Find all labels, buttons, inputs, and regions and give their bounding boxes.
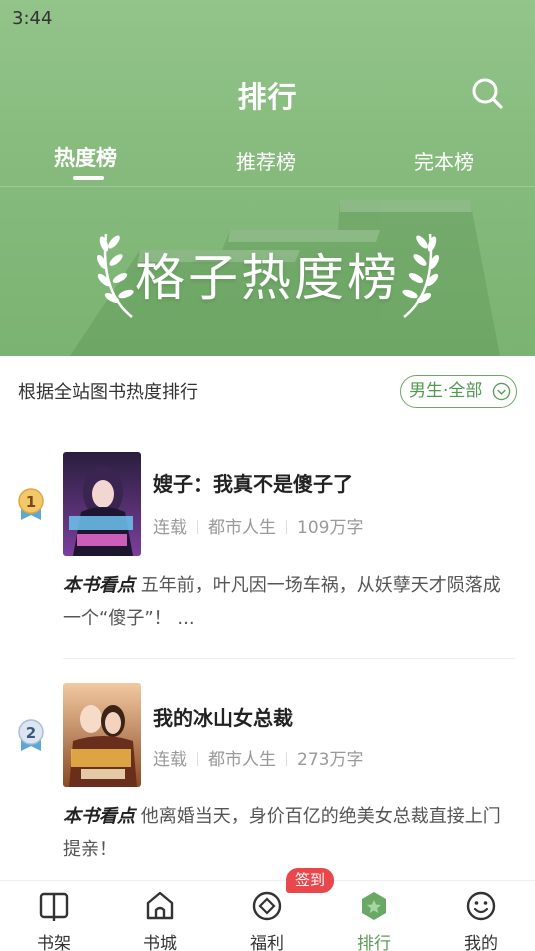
item-divider: [63, 658, 515, 659]
nav-label: 我的: [464, 934, 498, 951]
rank-number: 2: [26, 724, 36, 742]
ranking-list: 根据全站图书热度排行 男生·全部 1 嫂子：我真不是傻子了 连载 都市人生 10…: [0, 356, 535, 880]
nav-label: 排行: [357, 934, 391, 951]
tabs-divider: [0, 186, 535, 187]
blurb-tag: 本书看点: [63, 806, 135, 827]
book-title[interactable]: 我的冰山女总裁: [153, 702, 293, 731]
nav-label: 福利: [250, 934, 284, 951]
active-tab-indicator: [73, 176, 104, 180]
tab-completed[interactable]: 完本榜: [414, 146, 474, 175]
profile-smile-icon: [466, 891, 496, 921]
page-title: 排行: [237, 80, 298, 114]
bookshelf-icon: [39, 892, 69, 921]
nav-profile[interactable]: 我的: [441, 881, 521, 951]
tab-hot[interactable]: 热度榜: [54, 142, 117, 172]
rank-medal-icon: 1: [18, 488, 44, 520]
welfare-icon: [252, 891, 282, 921]
book-blurb: 本书看点 五年前，叶凡因一场车祸，从妖孽天才陨落成一个“傻子”！ ...: [63, 569, 515, 635]
store-home-icon: [146, 891, 174, 920]
book-category: 都市人生: [208, 518, 276, 538]
ranking-header: 3:44 排行 热度榜 推荐榜 完本榜 格子热度榜: [0, 0, 535, 356]
book-meta: 连载 都市人生 109万字: [153, 513, 363, 538]
book-status: 连载: [153, 750, 187, 770]
tab-recommend[interactable]: 推荐榜: [236, 146, 296, 175]
nav-bookshelf[interactable]: 书架: [14, 881, 94, 951]
list-description: 根据全站图书热度排行: [18, 382, 198, 403]
search-icon[interactable]: [468, 74, 506, 112]
status-time: 3:44: [12, 8, 53, 29]
nav-store[interactable]: 书城: [120, 881, 200, 951]
book-cover-image[interactable]: [63, 683, 141, 787]
rank-number: 1: [26, 493, 36, 511]
filter-label: 男生·全部: [409, 381, 483, 401]
book-title[interactable]: 嫂子：我真不是傻子了: [153, 468, 353, 497]
bottom-nav: 书架 书城 福利 排行 我的: [0, 880, 535, 951]
book-cover-image[interactable]: [63, 452, 141, 556]
book-status: 连载: [153, 518, 187, 538]
list-item[interactable]: 2 我的冰山女总裁 连载 都市人生 273万字 本书看点 他离婚当天，身价百亿的绝美…: [0, 683, 535, 873]
banner-title: 格子热度榜: [135, 249, 400, 307]
list-item[interactable]: 1 嫂子：我真不是傻子了 连载 都市人生 109万字 本书看点 五年前，叶凡因一场车…: [0, 452, 535, 658]
signin-badge[interactable]: 签到: [286, 868, 334, 893]
book-blurb: 本书看点 他离婚当天，身价百亿的绝美女总裁直接上门提亲！: [63, 800, 515, 866]
nav-ranking[interactable]: 排行: [334, 881, 414, 951]
book-word-count: 273万字: [297, 750, 364, 770]
chevron-down-icon: [492, 382, 511, 401]
book-word-count: 109万字: [297, 518, 364, 538]
blurb-tag: 本书看点: [63, 575, 135, 596]
rank-medal-icon: 2: [18, 719, 44, 751]
filter-dropdown[interactable]: 男生·全部: [400, 375, 517, 408]
book-meta: 连载 都市人生 273万字: [153, 745, 363, 770]
ranking-icon: [362, 892, 386, 920]
nav-label: 书城: [143, 934, 177, 951]
book-category: 都市人生: [208, 750, 276, 770]
nav-label: 书架: [37, 934, 71, 951]
